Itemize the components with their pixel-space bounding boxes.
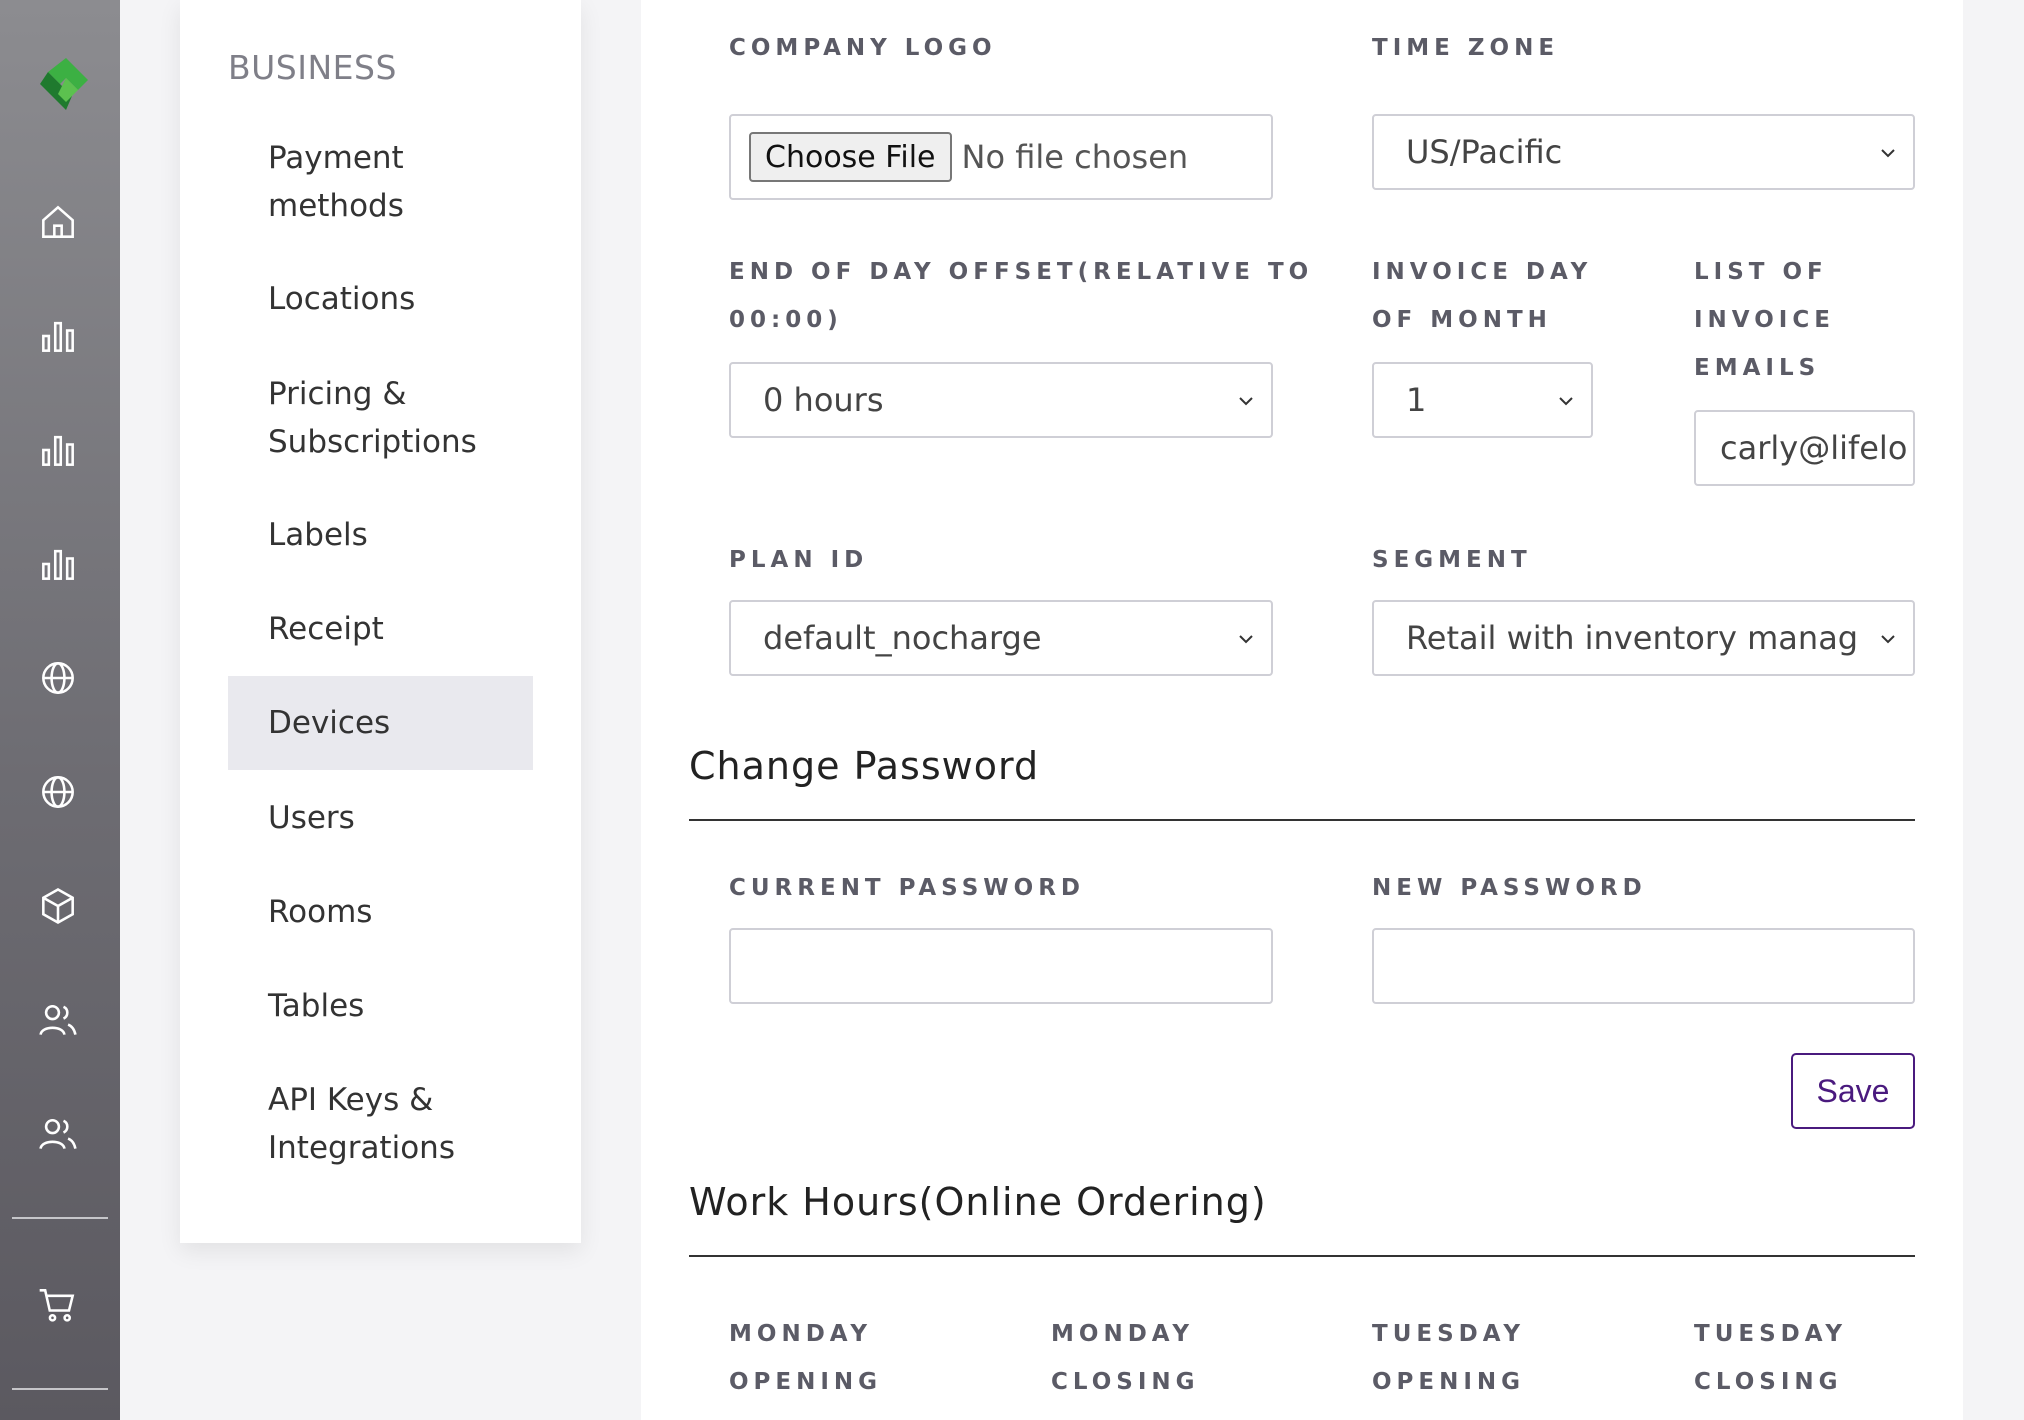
chevron-down-icon xyxy=(1239,397,1253,406)
chevron-down-icon xyxy=(1239,635,1253,644)
menu-item-label: Payment xyxy=(268,140,404,176)
choose-file-button[interactable]: Choose File xyxy=(749,132,952,182)
menu-item-api-keys-integrations[interactable]: API Keys & Integrations xyxy=(228,1076,533,1172)
monday-opening-label: MONDAY OPENING xyxy=(729,1310,882,1406)
menu-item-label: methods xyxy=(268,188,404,224)
end-of-day-offset-value: 0 hours xyxy=(763,381,884,419)
menu-item-label: Integrations xyxy=(268,1130,455,1166)
company-logo-file-input[interactable]: Choose File No file chosen xyxy=(729,114,1273,200)
label-line: OF MONTH xyxy=(1372,307,1552,333)
label-line: END OF DAY OFFSET(RELATIVE TO xyxy=(729,259,1314,285)
invoice-day-value: 1 xyxy=(1406,381,1427,419)
invoice-emails-label: LIST OF INVOICE EMAILS xyxy=(1694,248,1835,392)
change-password-heading: Change Password xyxy=(689,744,1040,788)
segment-label: SEGMENT xyxy=(1372,547,1532,573)
settings-menu: BUSINESS Payment methods Locations Prici… xyxy=(180,0,581,1243)
chevron-down-icon xyxy=(1881,149,1895,158)
settings-form: COMPANY LOGO Choose File No file chosen … xyxy=(641,0,1963,1420)
bar-chart-icon[interactable] xyxy=(36,314,80,358)
label-line: OPENING xyxy=(729,1369,883,1395)
invoice-day-select[interactable]: 1 xyxy=(1372,362,1593,438)
invoice-emails-input[interactable]: carly@lifelo xyxy=(1694,410,1915,486)
menu-item-devices[interactable]: Devices xyxy=(228,676,533,770)
tuesday-closing-label: TUESDAY CLOSING xyxy=(1694,1310,1847,1406)
users-icon[interactable] xyxy=(36,998,80,1042)
label-line: 00:00) xyxy=(729,307,843,333)
time-zone-value: US/Pacific xyxy=(1406,133,1563,171)
plan-id-select[interactable]: default_nocharge xyxy=(729,600,1273,676)
work-hours-heading: Work Hours(Online Ordering) xyxy=(689,1180,1267,1224)
rail-divider xyxy=(12,1388,108,1390)
save-button[interactable]: Save xyxy=(1791,1053,1915,1129)
section-divider xyxy=(689,819,1915,821)
menu-item-users[interactable]: Users xyxy=(228,794,533,842)
bar-chart-icon[interactable] xyxy=(36,428,80,472)
menu-item-label: API Keys & xyxy=(268,1082,434,1118)
cart-icon[interactable] xyxy=(36,1283,80,1327)
label-line: MONDAY xyxy=(729,1321,873,1347)
label-line: CLOSING xyxy=(1694,1369,1843,1395)
tuesday-opening-label: TUESDAY OPENING xyxy=(1372,1310,1525,1406)
menu-item-label: Pricing & xyxy=(268,376,407,412)
current-password-label: CURRENT PASSWORD xyxy=(729,875,1085,901)
bar-chart-icon[interactable] xyxy=(36,542,80,586)
label-line: EMAILS xyxy=(1694,355,1821,381)
menu-item-locations[interactable]: Locations xyxy=(228,275,533,323)
label-line: TUESDAY xyxy=(1372,1321,1525,1347)
menu-item-rooms[interactable]: Rooms xyxy=(228,888,533,936)
menu-item-pricing-subscriptions[interactable]: Pricing & Subscriptions xyxy=(228,370,533,466)
new-password-label: NEW PASSWORD xyxy=(1372,875,1647,901)
rail-divider xyxy=(12,1217,108,1219)
file-status-text: No file chosen xyxy=(961,138,1189,176)
chevron-down-icon xyxy=(1559,397,1573,406)
section-divider xyxy=(689,1255,1915,1257)
label-line: LIST OF xyxy=(1694,259,1828,285)
monday-closing-label: MONDAY CLOSING xyxy=(1051,1310,1200,1406)
label-line: CLOSING xyxy=(1051,1369,1200,1395)
globe-icon[interactable] xyxy=(36,656,80,700)
menu-item-label: Subscriptions xyxy=(268,424,477,460)
menu-item-payment-methods[interactable]: Payment methods xyxy=(228,134,533,230)
end-of-day-offset-label: END OF DAY OFFSET(RELATIVE TO 00:00) xyxy=(729,248,1313,344)
label-line: INVOICE DAY xyxy=(1372,259,1593,285)
time-zone-select[interactable]: US/Pacific xyxy=(1372,114,1915,190)
chevron-down-icon xyxy=(1881,635,1895,644)
segment-value: Retail with inventory managem xyxy=(1406,619,1857,657)
label-line: OPENING xyxy=(1372,1369,1526,1395)
menu-item-tables[interactable]: Tables xyxy=(228,982,533,1030)
invoice-day-of-month-label: INVOICE DAY OF MONTH xyxy=(1372,248,1592,344)
new-password-input[interactable] xyxy=(1372,928,1915,1004)
plan-id-value: default_nocharge xyxy=(763,619,1042,657)
globe-icon[interactable] xyxy=(36,770,80,814)
logo-icon[interactable] xyxy=(38,56,94,112)
company-logo-label: COMPANY LOGO xyxy=(729,35,997,61)
time-zone-label: TIME ZONE xyxy=(1372,35,1560,61)
icon-rail xyxy=(0,0,120,1420)
menu-item-labels[interactable]: Labels xyxy=(228,511,533,559)
invoice-emails-value: carly@lifelo xyxy=(1720,429,1908,467)
current-password-input[interactable] xyxy=(729,928,1273,1004)
label-line: INVOICE xyxy=(1694,307,1835,333)
menu-heading: BUSINESS xyxy=(228,48,397,87)
label-line: MONDAY xyxy=(1051,1321,1195,1347)
plan-id-label: PLAN ID xyxy=(729,547,869,573)
label-line: TUESDAY xyxy=(1694,1321,1847,1347)
segment-select[interactable]: Retail with inventory managem xyxy=(1372,600,1915,676)
end-of-day-offset-select[interactable]: 0 hours xyxy=(729,362,1273,438)
box-icon[interactable] xyxy=(36,884,80,928)
users-icon[interactable] xyxy=(36,1112,80,1156)
home-icon[interactable] xyxy=(36,200,80,244)
menu-item-receipt[interactable]: Receipt xyxy=(228,605,533,653)
